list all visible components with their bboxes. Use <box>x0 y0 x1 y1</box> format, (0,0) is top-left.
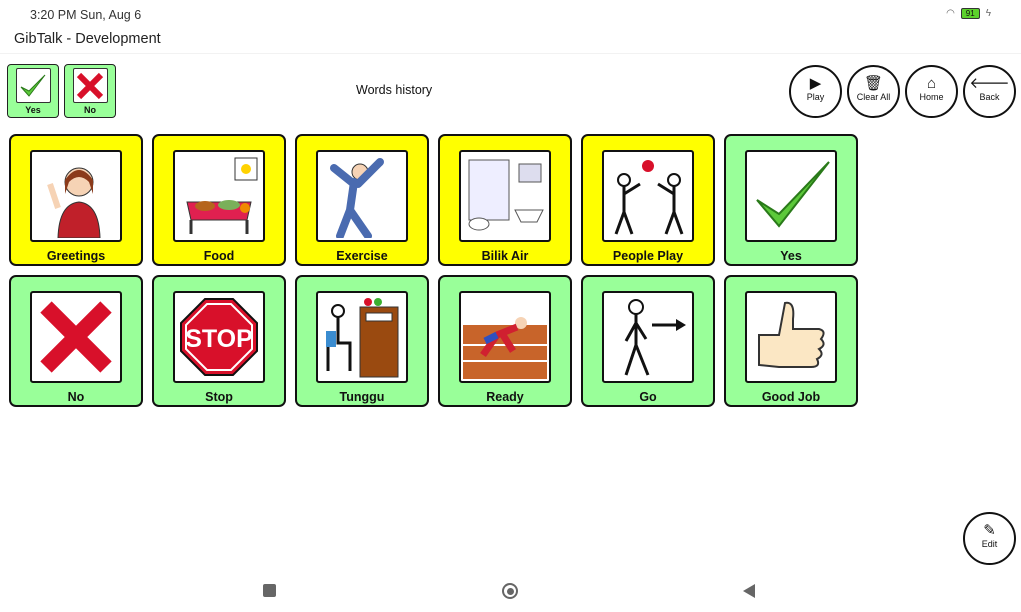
tile-food[interactable]: Food <box>152 134 286 266</box>
tile-label: Go <box>639 390 657 404</box>
tile-label: Exercise <box>336 249 388 263</box>
tile-label: People Play <box>612 249 684 263</box>
home-nav-button[interactable] <box>502 583 518 599</box>
button-label: Edit <box>981 539 998 549</box>
edit-button[interactable]: ✎ Edit <box>963 512 1016 565</box>
trash-icon: 🗑 <box>863 75 884 92</box>
home-button[interactable]: ⌂ Home <box>905 65 958 118</box>
cross-icon <box>72 68 108 103</box>
quick-label: No <box>84 105 96 115</box>
status-time: 3:20 PM Sun, Aug 6 <box>30 8 142 22</box>
tile-exercise[interactable]: Exercise <box>295 134 429 266</box>
play-icon: ▶ <box>809 75 822 92</box>
quick-label: Yes <box>25 105 41 115</box>
tile-ready[interactable]: Ready <box>438 275 572 407</box>
tile-label: Stop <box>205 390 233 404</box>
quick-no-button[interactable]: No <box>64 64 116 118</box>
tile-label: Greetings <box>46 249 106 263</box>
tile-label: Yes <box>780 249 802 263</box>
checkmark-icon <box>15 68 51 103</box>
button-label: Back <box>979 92 1000 102</box>
bilik-air-icon <box>459 150 551 242</box>
app-title: GibTalk - Development <box>14 31 161 47</box>
no-icon <box>30 291 122 383</box>
tile-stop[interactable]: STOP Stop <box>152 275 286 407</box>
tile-label: Bilik Air <box>481 249 529 263</box>
go-icon <box>602 291 694 383</box>
back-button[interactable]: 🡐 Back <box>963 65 1016 118</box>
edit-icon: ✎ <box>983 522 996 539</box>
button-label: Clear All <box>856 92 891 102</box>
stop-sign-text: STOP <box>185 325 253 353</box>
tile-label: Food <box>203 249 235 263</box>
tunggu-icon <box>316 291 408 383</box>
tile-people-play[interactable]: People Play <box>581 134 715 266</box>
yes-icon <box>745 150 837 242</box>
wifi-icon: ◠ <box>946 8 955 19</box>
play-button[interactable]: ▶ Play <box>789 65 842 118</box>
people-play-icon <box>602 150 694 242</box>
exercise-icon <box>316 150 408 242</box>
tile-label: Good Job <box>761 390 821 404</box>
battery-icon: 91 <box>960 8 980 19</box>
tile-bilik-air[interactable]: Bilik Air <box>438 134 572 266</box>
button-label: Home <box>919 92 944 102</box>
home-icon: ⌂ <box>926 75 937 92</box>
tile-good-job[interactable]: Good Job <box>724 275 858 407</box>
tile-yes[interactable]: Yes <box>724 134 858 266</box>
button-label: Play <box>806 92 825 102</box>
back-nav-button[interactable] <box>743 584 755 598</box>
ready-icon <box>459 291 551 383</box>
recents-button[interactable] <box>263 584 276 597</box>
tile-greetings[interactable]: Greetings <box>9 134 143 266</box>
tile-tunggu[interactable]: Tunggu <box>295 275 429 407</box>
tile-no[interactable]: No <box>9 275 143 407</box>
clear-all-button[interactable]: 🗑 Clear All <box>847 65 900 118</box>
tile-label: Ready <box>486 390 524 404</box>
charging-icon: ϟ <box>985 8 991 19</box>
tile-label: No <box>67 390 85 404</box>
stop-icon: STOP <box>173 291 265 383</box>
words-history: Words history <box>356 83 433 97</box>
status-icons: ◠ 91 ϟ <box>946 8 991 19</box>
tile-go[interactable]: Go <box>581 275 715 407</box>
greetings-icon <box>30 150 122 242</box>
good-job-icon <box>745 291 837 383</box>
divider <box>0 53 1021 54</box>
food-icon <box>173 150 265 242</box>
tile-label: Tunggu <box>339 390 385 404</box>
quick-yes-button[interactable]: Yes <box>7 64 59 118</box>
arrow-left-icon: 🡐 <box>969 75 1010 92</box>
